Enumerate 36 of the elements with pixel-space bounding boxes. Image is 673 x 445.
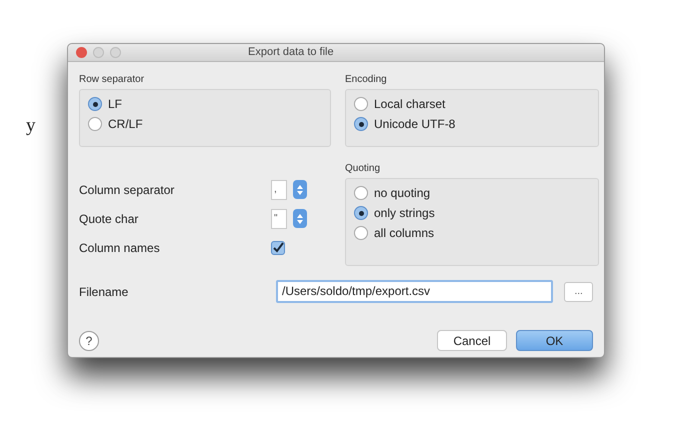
zoom-icon[interactable] <box>110 47 121 58</box>
stepper-icon[interactable] <box>293 180 307 199</box>
radio-label: only strings <box>374 205 435 222</box>
radio-button[interactable] <box>354 117 368 131</box>
field-label: Filename <box>79 284 130 300</box>
ok-button[interactable]: OK <box>516 330 593 351</box>
radio-button[interactable] <box>88 117 102 131</box>
group-label: Quoting <box>345 162 382 176</box>
field-label: Column separator <box>79 182 174 198</box>
stepper-icon[interactable] <box>293 209 307 228</box>
radio-label: Unicode UTF-8 <box>374 116 456 133</box>
radio-label: Local charset <box>374 96 446 113</box>
field-label: Quote char <box>79 210 138 228</box>
window-title: Export data to file <box>248 45 334 60</box>
group-label: Encoding <box>345 73 388 87</box>
text-field[interactable]: , <box>271 180 287 200</box>
group-label: Row separator <box>79 73 146 87</box>
checkbox[interactable] <box>271 240 285 254</box>
radio-label: CR/LF <box>108 116 143 133</box>
minimize-icon[interactable] <box>93 47 104 58</box>
radio-button[interactable] <box>354 186 368 200</box>
radio-label: no quoting <box>374 185 430 202</box>
radio-button[interactable] <box>354 226 368 240</box>
close-icon[interactable] <box>76 47 87 58</box>
text-field[interactable]: " <box>271 208 287 228</box>
radio-button[interactable] <box>354 97 368 111</box>
cancel-button[interactable]: Cancel <box>437 330 507 351</box>
radio-label: all columns <box>374 225 434 242</box>
help-button[interactable]: ? <box>79 330 99 350</box>
browse-button[interactable]: ... <box>564 282 593 302</box>
radio-button[interactable] <box>88 97 102 111</box>
radio-label: LF <box>108 96 122 113</box>
field-label: Column names <box>79 240 160 256</box>
radio-button[interactable] <box>354 206 368 220</box>
filename-field[interactable]: /Users/soldo/tmp/export.csv <box>276 280 554 303</box>
background-text: y <box>26 114 36 138</box>
